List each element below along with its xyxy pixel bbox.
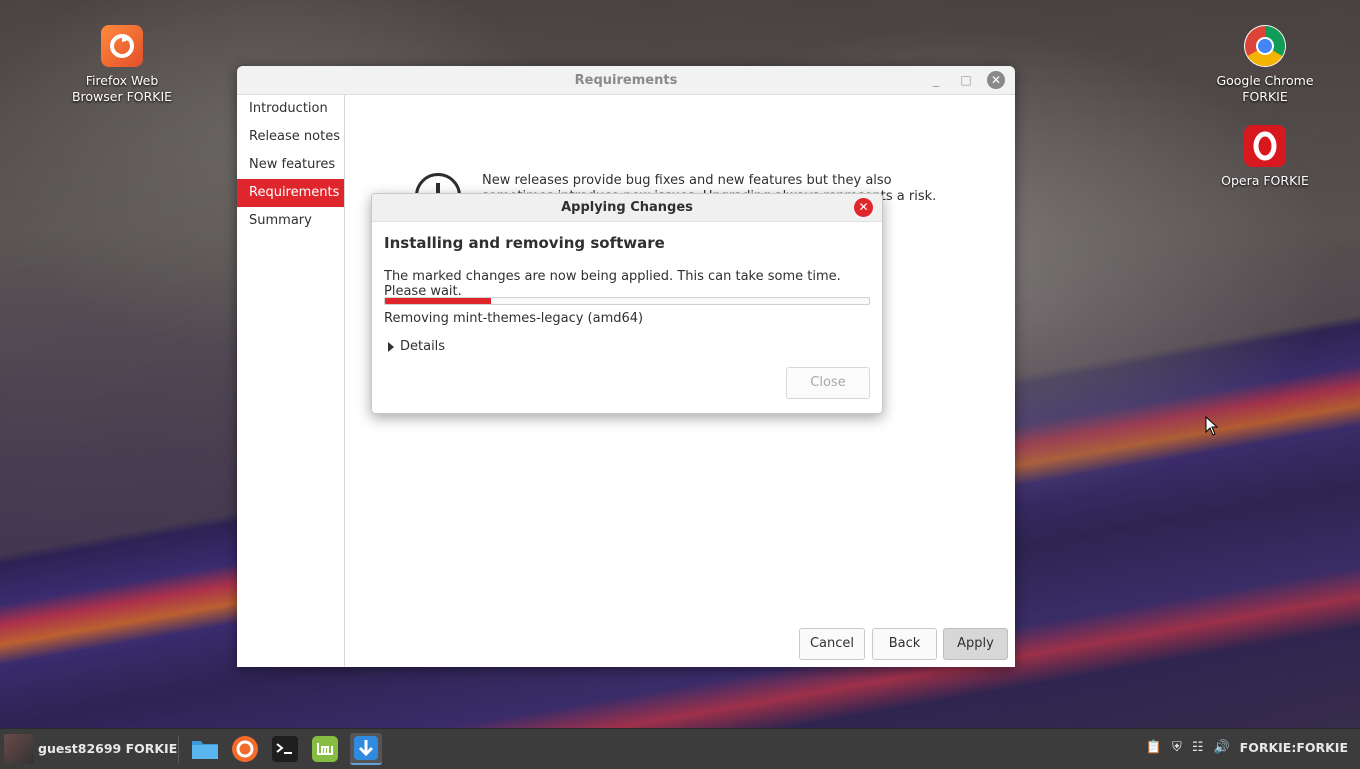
window-title: Requirements <box>574 73 678 88</box>
dialog-close-icon[interactable]: ✕ <box>854 198 873 217</box>
apply-button[interactable]: Apply <box>943 628 1008 660</box>
dialog-title: Applying Changes <box>561 200 693 215</box>
desktop-icon-label: Google Chrome FORKIE <box>1216 73 1314 104</box>
window-titlebar[interactable]: Requirements _ □ ✕ <box>237 66 1015 95</box>
desktop-icon-firefox[interactable]: Firefox Web Browser FORKIE <box>67 25 177 105</box>
sidebar-item-requirements[interactable]: Requirements <box>237 179 344 207</box>
mouse-cursor-icon <box>1205 416 1219 436</box>
applying-changes-dialog: Applying Changes ✕ Installing and removi… <box>371 193 883 414</box>
opera-icon <box>1244 125 1286 167</box>
dialog-close-button[interactable]: Close <box>786 367 870 399</box>
tray-label[interactable]: FORKIE:FORKIE <box>1240 740 1348 755</box>
taskbar-user[interactable]: guest82699 FORKIE <box>38 741 177 756</box>
sidebar-item-introduction[interactable]: Introduction <box>237 95 344 123</box>
window-close-icon[interactable]: ✕ <box>987 71 1005 89</box>
cancel-button[interactable]: Cancel <box>799 628 865 660</box>
maximize-icon[interactable]: □ <box>957 71 975 89</box>
taskbar: guest82699 FORKIE 📋 ⛨ ☷ 🔊 FORKIE:FORKIE <box>0 728 1360 769</box>
desktop-icon-label: Firefox Web Browser FORKIE <box>71 73 173 104</box>
sidebar-item-summary[interactable]: Summary <box>237 207 344 235</box>
files-icon[interactable] <box>189 733 221 765</box>
progress-fill <box>385 298 492 304</box>
mint-icon[interactable] <box>309 733 341 765</box>
user-avatar[interactable] <box>4 734 34 764</box>
taskbar-separator <box>178 735 179 763</box>
network-icon[interactable]: ☷ <box>1192 740 1204 755</box>
update-manager-icon[interactable] <box>350 733 382 765</box>
progress-bar <box>384 297 870 305</box>
sidebar-item-new-features[interactable]: New features <box>237 151 344 179</box>
sidebar: Introduction Release notes New features … <box>237 95 345 667</box>
shield-icon[interactable]: ⛨ <box>1172 740 1182 755</box>
clipboard-icon[interactable]: 📋 <box>1146 740 1162 755</box>
details-label: Details <box>400 339 446 354</box>
back-button[interactable]: Back <box>872 628 937 660</box>
volume-icon[interactable]: 🔊 <box>1213 740 1229 755</box>
dialog-titlebar[interactable]: Applying Changes ✕ <box>372 194 882 222</box>
terminal-icon[interactable] <box>269 733 301 765</box>
firefox-icon <box>101 25 143 67</box>
desktop-icon-label: Opera FORKIE <box>1221 173 1309 188</box>
details-expander[interactable]: Details <box>388 339 445 354</box>
dialog-message: The marked changes are now being applied… <box>384 269 841 299</box>
dialog-heading: Installing and removing software <box>384 234 665 252</box>
desktop-icon-chrome[interactable]: Google Chrome FORKIE <box>1210 25 1320 105</box>
sidebar-item-release-notes[interactable]: Release notes <box>237 123 344 151</box>
minimize-icon[interactable]: _ <box>927 71 945 89</box>
expand-arrow-icon <box>388 341 394 352</box>
chrome-icon <box>1244 25 1286 67</box>
system-tray: 📋 ⛨ ☷ 🔊 FORKIE:FORKIE <box>1146 740 1348 755</box>
firefox-icon[interactable] <box>229 733 261 765</box>
desktop-icon-opera[interactable]: Opera FORKIE <box>1210 125 1320 189</box>
dialog-status: Removing mint-themes-legacy (amd64) <box>384 311 644 326</box>
